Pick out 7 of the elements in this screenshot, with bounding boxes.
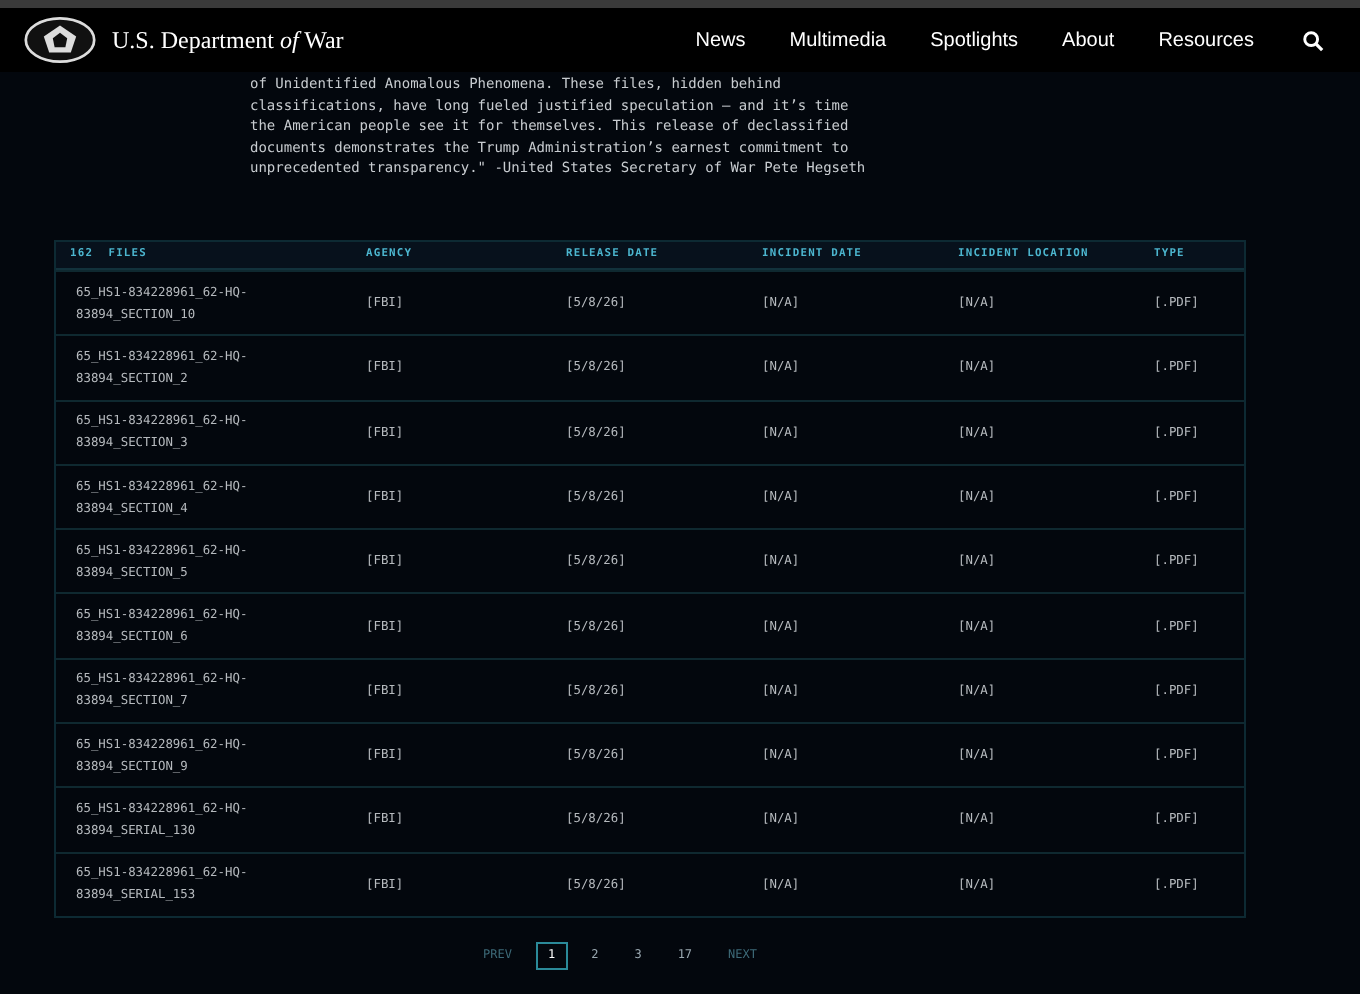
nav-link[interactable]: News [695, 29, 746, 51]
nav-link[interactable]: About [1062, 29, 1115, 51]
nav-link[interactable]: Multimedia [789, 29, 887, 51]
search-icon[interactable] [1302, 29, 1324, 51]
seal-logo-icon[interactable] [24, 16, 96, 64]
nav-link[interactable]: Spotlights [930, 29, 1019, 51]
nav-link[interactable]: Resources [1158, 29, 1254, 51]
